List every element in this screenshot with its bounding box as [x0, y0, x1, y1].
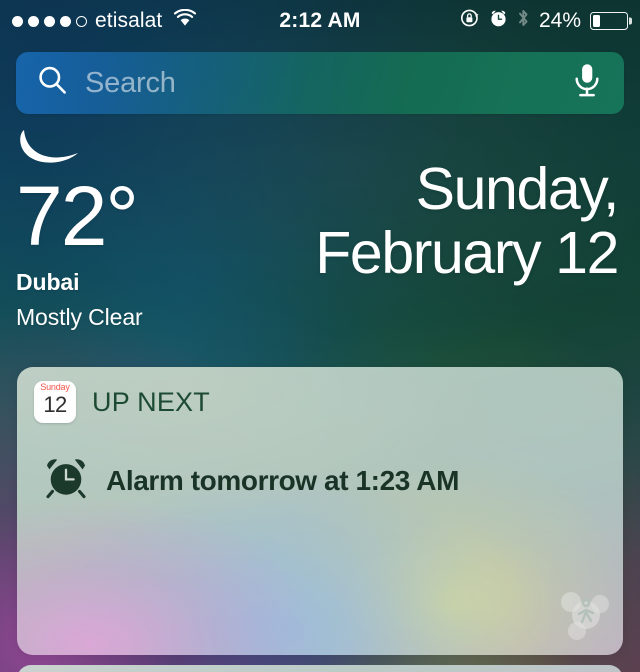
- up-next-widget[interactable]: Sunday 12 UP NEXT Alarm tomorrow at 1:23…: [17, 367, 623, 655]
- carrier-label: etisalat: [95, 9, 163, 32]
- search-placeholder-text: Search: [85, 66, 176, 99]
- signal-dot-4: [60, 15, 71, 27]
- calendar-app-icon[interactable]: Sunday 12: [34, 381, 76, 423]
- weather-temperature: 72°: [16, 169, 139, 263]
- date-weekday-line: Sunday,: [415, 156, 620, 222]
- watermark-logo-icon: [553, 584, 615, 651]
- status-bar: etisalat 2:12 AM 24%: [0, 0, 640, 42]
- signal-dot-5: [76, 15, 87, 27]
- up-next-item-text: Alarm tomorrow at 1:23 AM: [106, 464, 460, 496]
- weather-widget[interactable]: 72° Dubai Mostly Clear: [16, 124, 143, 331]
- search-icon: [36, 64, 69, 102]
- search-input[interactable]: Search: [36, 52, 570, 114]
- weather-city-label: Dubai: [16, 268, 80, 295]
- date-month-day-line: February 12: [315, 219, 619, 286]
- up-next-title: UP NEXT: [92, 386, 210, 417]
- cellular-signal-dots-icon: [12, 15, 87, 27]
- signal-dot-2: [28, 15, 39, 27]
- battery-icon: [590, 12, 628, 30]
- rotation-lock-icon: [460, 8, 480, 34]
- up-next-header: Sunday 12 UP NEXT: [34, 381, 210, 423]
- microphone-icon[interactable]: [570, 61, 604, 106]
- calendar-icon-day: 12: [43, 392, 67, 417]
- alarm-clock-status-icon: [489, 9, 508, 34]
- crescent-moon-icon: [16, 124, 143, 173]
- weather-condition-label: Mostly Clear: [16, 303, 143, 330]
- status-bar-left-group: etisalat: [12, 8, 197, 33]
- up-next-list-item[interactable]: Alarm tomorrow at 1:23 AM: [43, 455, 459, 506]
- signal-dot-1: [12, 15, 23, 27]
- wifi-icon: [173, 8, 197, 33]
- status-bar-right-group: 24%: [460, 8, 628, 34]
- next-widget-peek[interactable]: [17, 665, 623, 672]
- signal-dot-3: [44, 15, 55, 27]
- battery-percent-label: 24%: [538, 9, 581, 32]
- search-bar[interactable]: Search: [16, 52, 624, 114]
- bluetooth-icon: [517, 8, 530, 34]
- alarm-clock-icon: [43, 455, 89, 506]
- calendar-icon-weekday: Sunday: [40, 382, 70, 392]
- date-display: Sunday, February 12: [315, 156, 620, 286]
